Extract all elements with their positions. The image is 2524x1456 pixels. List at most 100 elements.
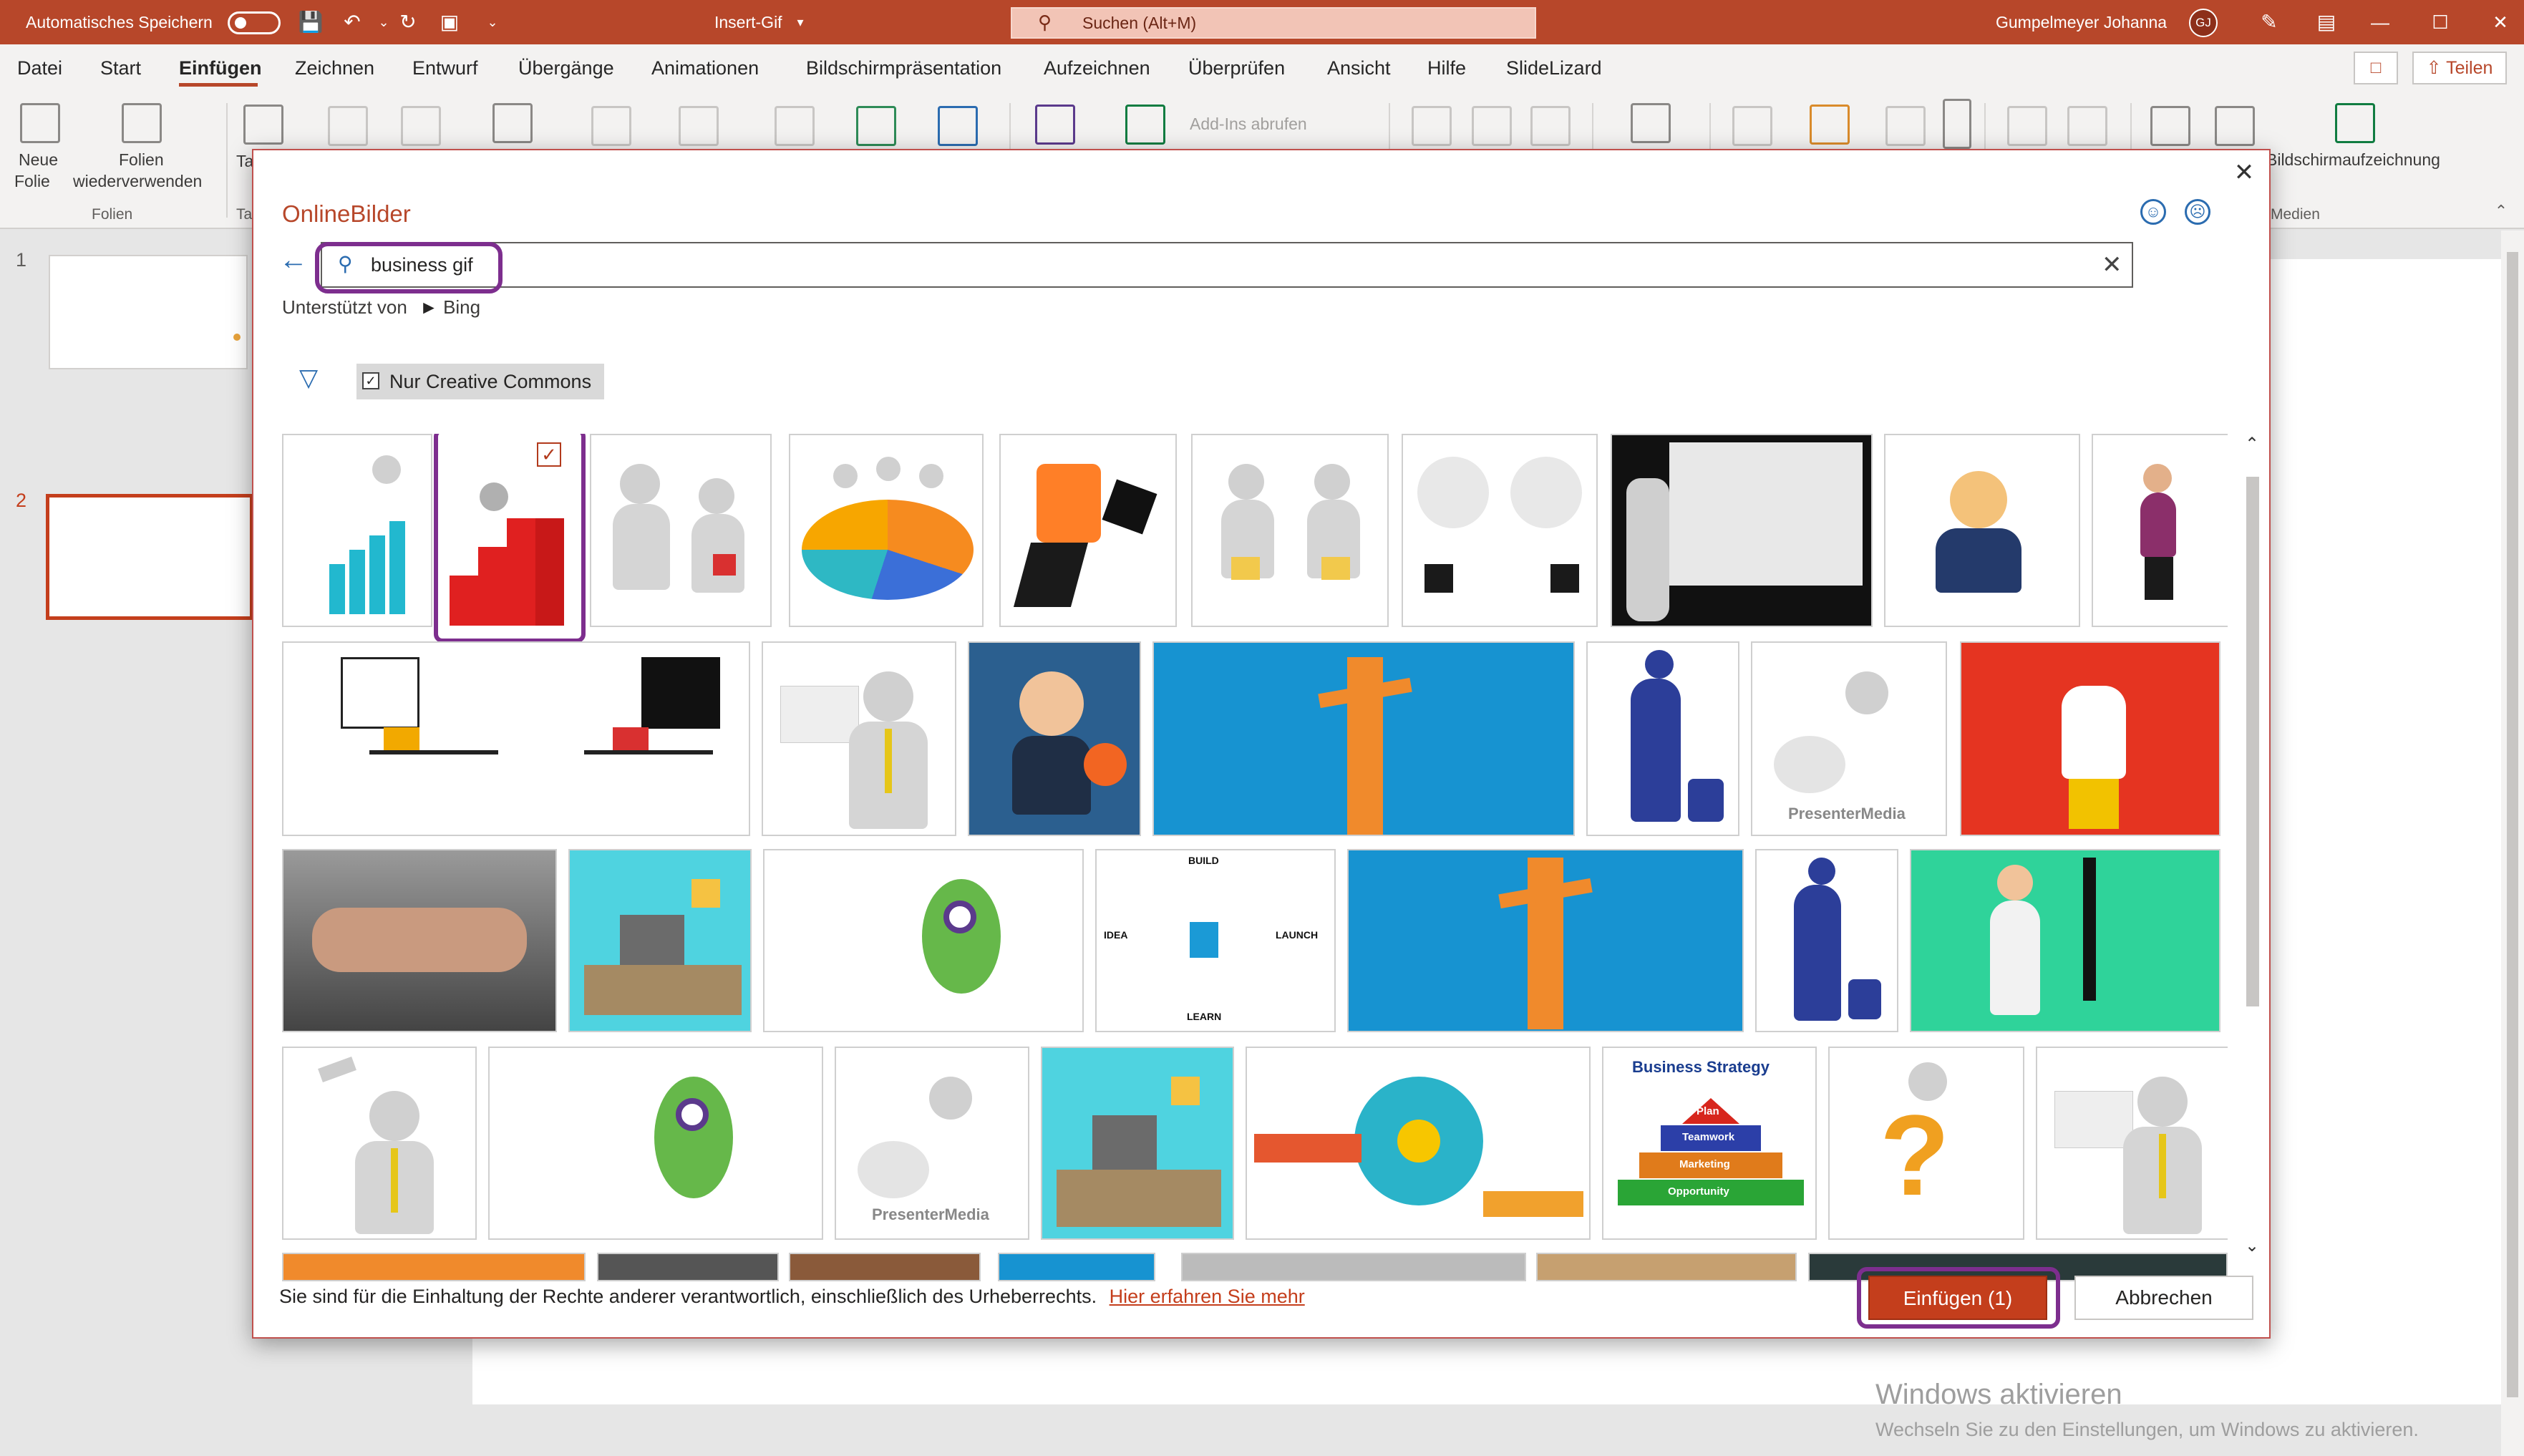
photo-album-icon[interactable] — [492, 103, 533, 143]
ribbon-display-icon[interactable]: ▤ — [2312, 7, 2341, 37]
forms-icon[interactable] — [1125, 105, 1165, 145]
close-window-button[interactable]: ✕ — [2484, 6, 2517, 39]
image-result-question-mark[interactable]: ? — [1828, 1047, 2024, 1240]
undo-icon[interactable]: ↶ — [338, 7, 367, 37]
video-icon[interactable] — [2150, 106, 2190, 146]
image-result-business-strategy-pyramid[interactable]: Business Strategy Plan Teamwork Marketin… — [1602, 1047, 1817, 1240]
redo-icon[interactable]: ↻ — [394, 7, 422, 37]
image-result-gears-lightbulb[interactable] — [1246, 1047, 1591, 1240]
smile-feedback-icon[interactable]: ☺ — [2140, 199, 2166, 225]
minimize-button[interactable]: — — [2364, 6, 2397, 39]
image-result-partial-6[interactable] — [1536, 1253, 1797, 1281]
tab-animationen[interactable]: Animationen — [651, 57, 759, 79]
tab-einfuegen[interactable]: Einfügen — [179, 57, 262, 79]
image-result-day-night-work[interactable] — [282, 641, 750, 836]
link-icon[interactable] — [1472, 106, 1512, 146]
search-box[interactable]: ⚲ Suchen (Alt+M) — [1011, 7, 1536, 39]
pictures-icon[interactable] — [328, 106, 368, 146]
zoom-icon[interactable] — [1412, 106, 1452, 146]
image-result-inflatable-tube-man-1[interactable] — [1152, 641, 1575, 836]
image-result-presentermedia-money-2[interactable]: PresenterMedia — [835, 1047, 1029, 1240]
new-slide-label-1[interactable]: Neue — [19, 150, 58, 170]
image-result-handshake-figures[interactable] — [590, 434, 772, 627]
image-result-gold-handshake[interactable] — [1191, 434, 1389, 627]
avatar[interactable]: GJ — [2189, 9, 2218, 37]
maximize-button[interactable]: ☐ — [2424, 6, 2457, 39]
image-result-woman-presenting[interactable] — [2092, 434, 2228, 627]
filter-icon[interactable]: ▽ — [299, 364, 318, 392]
reuse-slides-label-2[interactable]: wiederverwenden — [73, 172, 202, 191]
date-time-icon[interactable] — [1943, 99, 1971, 149]
insert-button[interactable]: Einfügen (1) — [1868, 1276, 2047, 1320]
slide-thumbnail-2[interactable] — [46, 494, 253, 620]
screen-recording-label[interactable]: Bildschirmaufzeichnung — [2266, 150, 2440, 170]
editor-scroll-thumb[interactable] — [2507, 252, 2518, 1397]
image-result-caricature[interactable] — [1884, 434, 2080, 627]
selected-checkmark-icon[interactable]: ✓ — [537, 442, 561, 467]
slide-thumbnail-1[interactable] — [49, 255, 248, 369]
tab-uebergaenge[interactable]: Übergänge — [518, 57, 614, 79]
image-search-input[interactable] — [371, 249, 2017, 281]
editor-scrollbar[interactable] — [2501, 230, 2524, 1456]
audio-icon[interactable] — [2215, 106, 2255, 146]
image-result-big-heads-handshake[interactable] — [1402, 434, 1598, 627]
image-result-cartoon-businessman[interactable] — [968, 641, 1141, 836]
back-arrow-icon[interactable]: ← — [279, 242, 308, 278]
image-result-walking-silhouette-1[interactable] — [1586, 641, 1739, 836]
new-slide-label-2[interactable]: Folie — [14, 172, 50, 191]
chart-icon[interactable] — [938, 106, 978, 146]
title-dropdown-icon[interactable]: ▾ — [786, 7, 815, 37]
image-result-walking-silhouette-2[interactable] — [1755, 849, 1898, 1032]
image-result-figure-paper-plane[interactable] — [282, 1047, 477, 1240]
tab-slidelizard[interactable]: SlideLizard — [1506, 57, 1602, 79]
3d-models-icon[interactable] — [775, 106, 815, 146]
screen-recording-icon[interactable] — [2335, 103, 2375, 143]
image-result-pie-chart-team[interactable] — [789, 434, 984, 627]
reuse-slides-icon[interactable] — [122, 103, 162, 143]
frown-feedback-icon[interactable]: ☹ — [2185, 199, 2210, 225]
equation-icon[interactable] — [2007, 106, 2047, 146]
slidelizard-icon[interactable] — [1035, 105, 1075, 145]
wordart-icon[interactable] — [1885, 106, 1926, 146]
image-result-partial-2[interactable] — [597, 1253, 779, 1281]
image-result-desk-lamp-1[interactable] — [568, 849, 752, 1032]
screenshot-icon[interactable] — [401, 106, 441, 146]
autosave-toggle[interactable] — [228, 11, 281, 34]
table-icon[interactable] — [243, 105, 283, 145]
document-title[interactable]: Insert-Gif — [714, 0, 782, 44]
image-result-rabbit-whiteboard[interactable] — [1611, 434, 1873, 627]
new-slide-icon[interactable] — [20, 103, 60, 143]
comments-button[interactable]: □ — [2354, 52, 2398, 84]
image-result-green-monster-1[interactable] — [763, 849, 1084, 1032]
results-scroll-thumb[interactable] — [2246, 477, 2259, 1006]
header-footer-icon[interactable] — [1810, 105, 1850, 145]
image-result-cartoon-runner[interactable] — [999, 434, 1177, 627]
learn-more-link[interactable]: Hier erfahren Sie mehr — [1110, 1286, 1305, 1307]
image-result-figure-sign-2[interactable] — [2036, 1047, 2228, 1240]
user-name[interactable]: Gumpelmeyer Johanna — [1996, 0, 2167, 44]
image-result-raised-hand[interactable] — [1960, 641, 2220, 836]
get-addins-button[interactable]: Add-Ins abrufen — [1190, 115, 1307, 134]
scroll-down-icon[interactable]: ⌄ — [2245, 1236, 2259, 1256]
image-result-partial-3[interactable] — [789, 1253, 981, 1281]
image-result-selected-red-stairs[interactable]: ✓ — [434, 434, 586, 643]
collapse-ribbon-icon[interactable]: ⌃ — [2487, 196, 2515, 226]
tab-hilfe[interactable]: Hilfe — [1427, 57, 1466, 79]
image-result-desk-lamp-2[interactable] — [1041, 1047, 1234, 1240]
tab-entwurf[interactable]: Entwurf — [412, 57, 478, 79]
creative-commons-filter[interactable]: ✓ Nur Creative Commons — [356, 364, 604, 399]
image-result-figure-sign[interactable] — [762, 641, 956, 836]
image-search-box[interactable]: ⚲ ✕ — [321, 242, 2133, 288]
save-icon[interactable]: 💾 — [296, 7, 325, 37]
image-result-green-monster-2[interactable] — [488, 1047, 823, 1240]
present-icon[interactable]: ▣ — [435, 7, 464, 37]
tab-bildschirmpraesentation[interactable]: Bildschirmpräsentation — [806, 57, 1001, 79]
textbox-icon[interactable] — [1732, 106, 1772, 146]
image-result-partial-1[interactable] — [282, 1253, 586, 1281]
image-result-stairs-arrow[interactable] — [282, 434, 432, 627]
tab-aufzeichnen[interactable]: Aufzeichnen — [1044, 57, 1150, 79]
tab-zeichnen[interactable]: Zeichnen — [295, 57, 374, 79]
image-result-partial-5[interactable] — [1181, 1253, 1526, 1281]
tab-datei[interactable]: Datei — [17, 57, 62, 79]
pen-icon[interactable]: ✎ — [2255, 7, 2283, 37]
